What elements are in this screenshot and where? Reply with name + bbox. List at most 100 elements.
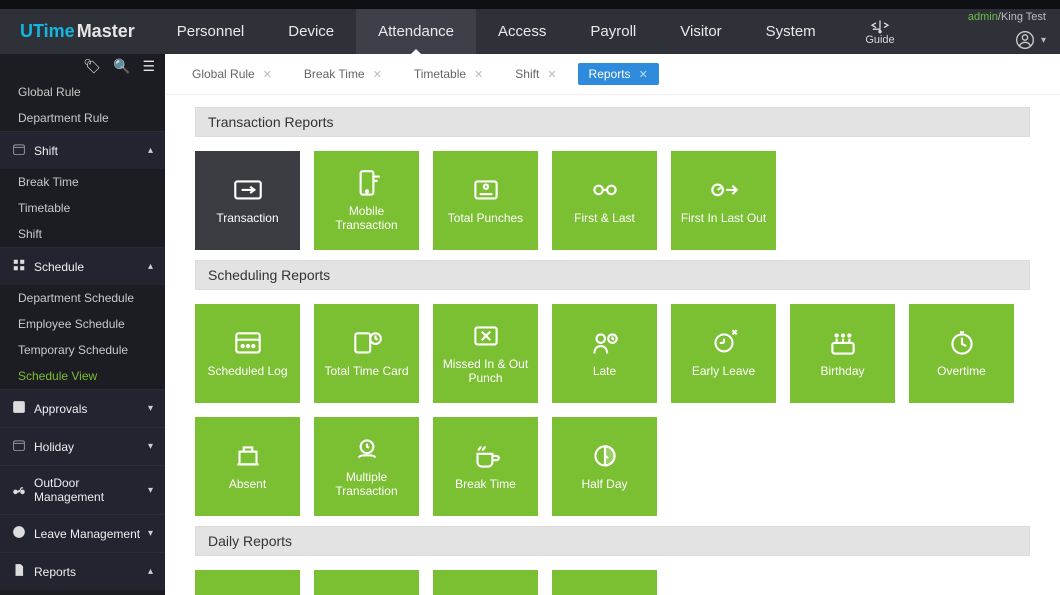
nav-item-device[interactable]: Device	[266, 9, 356, 54]
tab-timetable[interactable]: Timetable✕	[403, 63, 494, 85]
tab-label: Break Time	[304, 67, 365, 81]
tile-break-time[interactable]: Break Time	[433, 417, 538, 516]
tag-icon[interactable]: 🏷	[83, 58, 101, 75]
nav-item-visitor[interactable]: Visitor	[658, 9, 743, 54]
guide-button[interactable]: Guide	[850, 9, 910, 54]
sidebar-section-holiday[interactable]: Holiday▾	[0, 427, 165, 465]
nav-item-attendance[interactable]: Attendance	[356, 9, 476, 54]
sidebar-item-schedule-view[interactable]: Schedule View	[0, 363, 165, 389]
tile-birthday[interactable]: Birthday	[790, 304, 895, 403]
firstlast-icon	[588, 176, 622, 204]
tile-late[interactable]: Late	[552, 304, 657, 403]
close-icon[interactable]: ✕	[373, 68, 382, 81]
chevron-up-icon: ▴	[148, 145, 153, 156]
report-scroll[interactable]: Transaction Reports Transaction Mobile Tra…	[165, 95, 1060, 595]
tile-missed-in-out-punch[interactable]: Missed In & Out Punch	[433, 304, 538, 403]
tile-half-day[interactable]: Half Day	[552, 417, 657, 516]
schedlog-icon	[231, 329, 265, 357]
tile-label: Half Day	[581, 478, 627, 491]
halfday-icon	[588, 442, 622, 470]
sidebar-section-outdoor-management[interactable]: OutDoor Management▾	[0, 465, 165, 514]
tile-label: Transaction	[216, 212, 278, 225]
tab-bar: Global Rule✕Break Time✕Timetable✕Shift✕R…	[165, 54, 1060, 95]
nav-item-access[interactable]: Access	[476, 9, 568, 54]
sidebar-item-temporary-schedule[interactable]: Temporary Schedule	[0, 337, 165, 363]
transaction-icon	[231, 176, 265, 204]
timecard-icon	[350, 329, 384, 357]
close-icon[interactable]: ✕	[547, 68, 556, 81]
sidebar-section-leave-management[interactable]: Leave Management▾	[0, 514, 165, 552]
sidebar-section-approvals[interactable]: Approvals▾	[0, 389, 165, 427]
sidebar-item-timetable[interactable]: Timetable	[0, 195, 165, 221]
doc-icon	[12, 563, 26, 580]
app-logo: UTime Master	[0, 21, 155, 42]
close-icon[interactable]: ✕	[474, 68, 483, 81]
sidebar-tools: 🏷 🔍 ☰	[0, 54, 165, 79]
sidebar-item-department-schedule[interactable]: Department Schedule	[0, 285, 165, 311]
tile-transaction[interactable]: Transaction	[195, 151, 300, 250]
nav-item-personnel[interactable]: Personnel	[155, 9, 267, 54]
punches-icon	[469, 176, 503, 204]
logo-text-a: UTime	[20, 21, 75, 42]
sidebar-item-break-time[interactable]: Break Time	[0, 169, 165, 195]
sidebar-section-shift[interactable]: Shift▴	[0, 131, 165, 169]
sidebar-item-shift[interactable]: Shift	[0, 221, 165, 247]
user-name: King Test	[1001, 11, 1046, 23]
tile-absent[interactable]: Absent	[195, 417, 300, 516]
sidebar-item-calculate[interactable]: Calculate	[0, 590, 165, 595]
sidebar-item-global-rule[interactable]: Global Rule	[0, 79, 165, 105]
tile-first-in-last-out[interactable]: First In Last Out	[671, 151, 776, 250]
tile-label: Mobile Transaction	[318, 205, 415, 231]
tile-label: Birthday	[820, 365, 864, 378]
clock-icon	[12, 525, 26, 542]
nav-item-payroll[interactable]: Payroll	[568, 9, 658, 54]
tile-first-last[interactable]: First & Last	[552, 151, 657, 250]
top-strip	[0, 0, 1060, 9]
break-icon	[469, 442, 503, 470]
tile-total-punches[interactable]: Total Punches	[433, 151, 538, 250]
early-icon	[707, 329, 741, 357]
top-nav: UTime Master PersonnelDeviceAttendanceAc…	[0, 9, 1060, 54]
tile-label: Break Time	[455, 478, 516, 491]
tile-label: Multiple Transaction	[318, 471, 415, 497]
tile-label: Overtime	[937, 365, 986, 378]
tab-break-time[interactable]: Break Time ✕	[293, 63, 393, 85]
list-icon[interactable]: ☰	[142, 58, 155, 75]
tile-scheduled-log[interactable]: Scheduled Log	[195, 304, 300, 403]
tile-daily-status[interactable]: Daily Status	[552, 570, 657, 595]
tile-multiple-transaction[interactable]: Multiple Transaction	[314, 417, 419, 516]
tile-row: Transaction Mobile Transaction Total Punch…	[195, 137, 1030, 256]
sidebar-item-employee-schedule[interactable]: Employee Schedule	[0, 311, 165, 337]
tile-daily-attendance[interactable]: Daily Attendance	[195, 570, 300, 595]
chevron-up-icon: ▴	[148, 261, 153, 272]
tile-mobile-transaction[interactable]: Mobile Transaction	[314, 151, 419, 250]
tile-early-leave[interactable]: Early Leave	[671, 304, 776, 403]
sidebar-section-reports[interactable]: Reports▴	[0, 552, 165, 590]
tab-global-rule[interactable]: Global Rule✕	[181, 63, 283, 85]
group-title-transaction-reports: Transaction Reports	[195, 107, 1030, 137]
nav-item-system[interactable]: System	[744, 9, 838, 54]
sidebar-section-label: Reports	[34, 565, 76, 579]
sidebar-section-schedule[interactable]: Schedule ▴	[0, 247, 165, 285]
tile-daily-details[interactable]: Daily Details	[314, 570, 419, 595]
group-title-scheduling-reports: Scheduling Reports	[195, 260, 1030, 290]
guide-label: Guide	[865, 34, 894, 46]
tile-daily-summary[interactable]: Daily Summary	[433, 570, 538, 595]
calendar-icon	[12, 438, 26, 455]
tab-reports[interactable]: Reports✕	[578, 63, 659, 85]
overtime-icon	[945, 329, 979, 357]
tab-shift[interactable]: Shift ✕	[504, 63, 567, 85]
close-icon[interactable]: ✕	[263, 68, 272, 81]
sidebar-section-label: Schedule	[34, 260, 84, 274]
sidebar-item-department-rule[interactable]: Department Rule	[0, 105, 165, 131]
check-icon	[12, 400, 26, 417]
user-menu[interactable]: ▾	[1015, 30, 1046, 50]
tab-label: Shift	[515, 67, 539, 81]
tile-total-time-card[interactable]: Total Time Card	[314, 304, 419, 403]
chevron-down-icon: ▾	[148, 528, 153, 539]
birthday-icon	[826, 329, 860, 357]
mobile-icon	[350, 169, 384, 197]
tile-overtime[interactable]: Overtime	[909, 304, 1014, 403]
search-icon[interactable]: 🔍	[113, 58, 130, 75]
close-icon[interactable]: ✕	[639, 68, 648, 81]
